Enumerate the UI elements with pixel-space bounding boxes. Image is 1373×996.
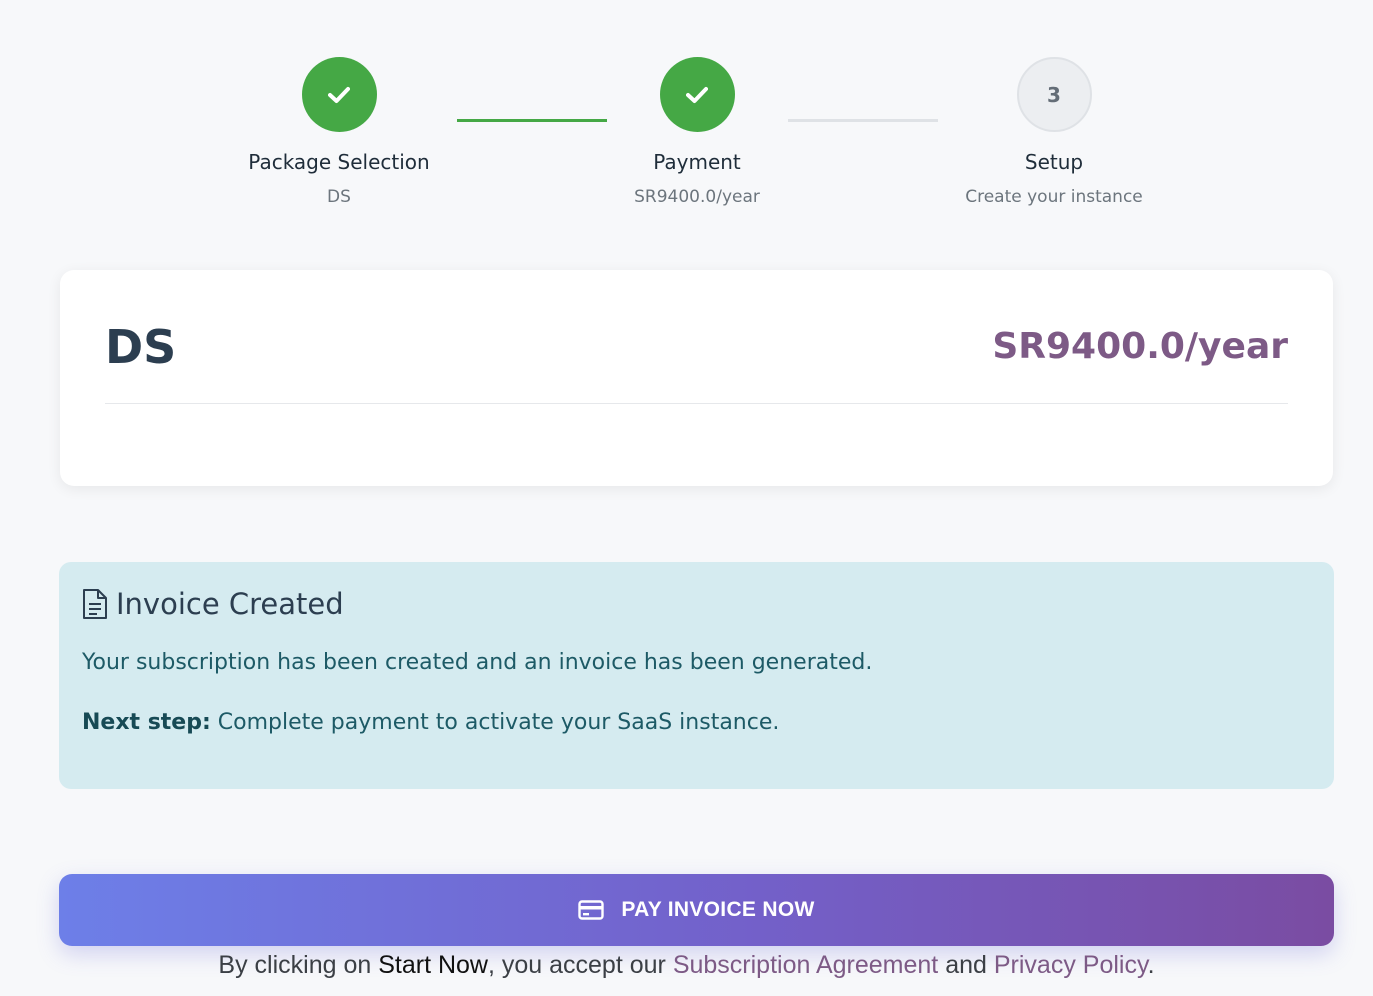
- terms-middle: , you accept our: [487, 951, 673, 979]
- step-2-circle: [659, 57, 735, 132]
- progress-stepper: Package Selection DS Payment SR9400.0/ye…: [0, 0, 1373, 240]
- document-icon: [83, 589, 107, 619]
- page: Package Selection DS Payment SR9400.0/ye…: [0, 0, 1373, 996]
- step-setup: 3 Setup Create your instance: [904, 57, 1204, 207]
- credit-card-icon: [578, 900, 605, 920]
- pay-invoice-button[interactable]: PAY INVOICE NOW: [59, 874, 1334, 946]
- step-3-subtitle: Create your instance: [965, 187, 1143, 207]
- step-3-circle: 3: [1016, 57, 1092, 132]
- step-2-title: Payment: [653, 150, 741, 174]
- check-icon: [328, 86, 350, 103]
- alert-title: Invoice Created: [116, 587, 344, 621]
- step-payment: Payment SR9400.0/year: [547, 57, 847, 207]
- step-2-subtitle: SR9400.0/year: [634, 187, 760, 207]
- package-card: DS SR9400.0/year: [60, 270, 1333, 486]
- terms-conjunction: and: [938, 951, 994, 979]
- pay-invoice-label: PAY INVOICE NOW: [621, 898, 815, 921]
- step-package-selection: Package Selection DS: [189, 57, 489, 207]
- privacy-policy-link[interactable]: Privacy Policy: [994, 951, 1148, 979]
- alert-next-step: Next step: Complete payment to activate …: [82, 710, 779, 735]
- package-divider: [105, 403, 1288, 404]
- alert-header: Invoice Created: [82, 587, 344, 621]
- step-1-subtitle: DS: [327, 187, 351, 207]
- package-price: SR9400.0/year: [992, 326, 1288, 367]
- check-icon: [686, 86, 708, 103]
- alert-message: Your subscription has been created and a…: [82, 650, 873, 675]
- terms-prefix: By clicking on: [218, 951, 379, 979]
- terms-suffix: .: [1147, 951, 1155, 979]
- package-name: DS: [105, 320, 177, 374]
- terms-notice: By clicking on Start Now, you accept our…: [0, 951, 1373, 980]
- invoice-created-alert: Invoice Created Your subscription has be…: [59, 562, 1334, 789]
- terms-action: Start Now: [378, 951, 488, 979]
- next-step-label: Next step:: [82, 710, 211, 735]
- step-1-title: Package Selection: [248, 150, 430, 174]
- subscription-agreement-link[interactable]: Subscription Agreement: [673, 951, 938, 979]
- step-1-circle: [301, 57, 377, 132]
- step-3-title: Setup: [1024, 150, 1084, 174]
- step-3-number: 3: [1047, 82, 1061, 107]
- next-step-text: Complete payment to activate your SaaS i…: [210, 710, 780, 735]
